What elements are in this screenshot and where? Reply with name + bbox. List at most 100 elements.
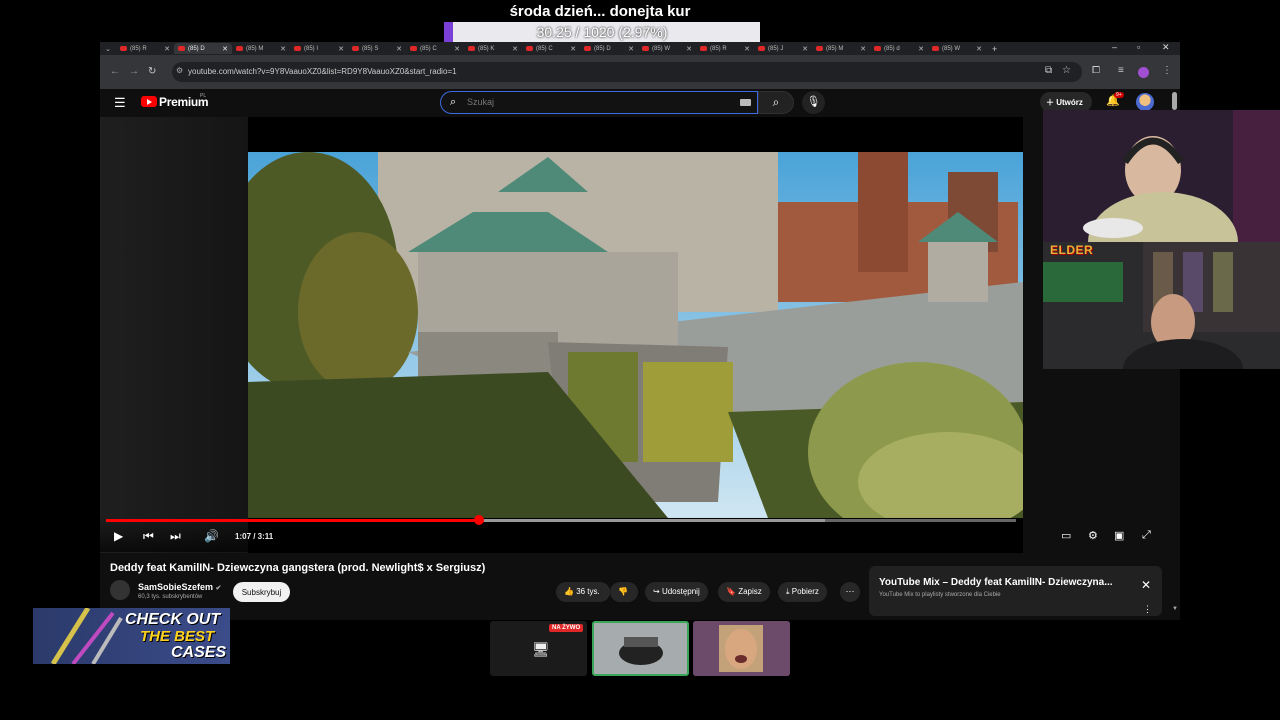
scene-thumbnail-car[interactable]: [592, 621, 689, 676]
browser-tab[interactable]: (85) R ✕: [116, 43, 174, 54]
youtube-favicon-icon: [700, 46, 707, 51]
close-tab-icon[interactable]: ✕: [396, 45, 402, 53]
promo-line-1: CHECK OUT: [125, 611, 221, 628]
back-icon[interactable]: ←: [110, 66, 120, 77]
share-button[interactable]: ↪ Udostępnij: [645, 582, 708, 602]
more-actions-button[interactable]: ⋯: [840, 582, 860, 602]
video-scene-image: [248, 152, 1023, 518]
forward-icon[interactable]: →: [129, 66, 139, 77]
subtitles-icon[interactable]: ▭: [1061, 529, 1071, 542]
bookmark-icon: 🔖: [726, 587, 739, 596]
youtube-favicon-icon: [236, 46, 243, 51]
site-info-icon[interactable]: ⚙: [176, 66, 183, 75]
close-tab-icon[interactable]: ✕: [338, 45, 344, 53]
search-icon: ⌕: [450, 96, 457, 108]
browser-tab[interactable]: (85) W ✕: [928, 43, 986, 54]
profile-icon[interactable]: [1138, 67, 1149, 78]
close-tab-icon[interactable]: ✕: [570, 45, 576, 53]
search-button-icon: ⌕: [772, 95, 780, 109]
extensions-icon[interactable]: ⧠: [1092, 65, 1100, 76]
url-text: youtube.com/watch?v=9Y8VaauoXZ0&list=RD9…: [188, 67, 457, 76]
video-frame[interactable]: [248, 152, 1023, 518]
voice-search-button[interactable]: 🎙: [802, 91, 825, 114]
browser-tab[interactable]: (85) D ✕: [174, 43, 232, 54]
browser-tab[interactable]: (85) J ✕: [754, 43, 812, 54]
reload-icon[interactable]: ↻: [148, 66, 156, 77]
search-input[interactable]: Szukaj: [467, 97, 727, 107]
keyboard-icon[interactable]: [740, 99, 751, 106]
close-tab-icon[interactable]: ✕: [686, 45, 692, 53]
youtube-favicon-icon: [526, 46, 533, 51]
close-tab-icon[interactable]: ✕: [280, 45, 286, 53]
search-button[interactable]: ⌕: [758, 91, 794, 114]
volume-icon[interactable]: 🔊: [204, 529, 219, 543]
maximize-icon[interactable]: ▫: [1137, 42, 1140, 52]
browser-tab[interactable]: (85) R ✕: [696, 43, 754, 54]
scroll-down-arrow-icon[interactable]: ▼: [1172, 606, 1178, 612]
plus-icon: ＋: [1046, 98, 1057, 107]
browser-tab[interactable]: (85) K ✕: [464, 43, 522, 54]
close-tab-icon[interactable]: ✕: [512, 45, 518, 53]
settings-gear-icon[interactable]: ⚙: [1088, 529, 1098, 542]
close-mix-icon[interactable]: ✕: [1141, 578, 1151, 592]
tabs-container: (85) R ✕ (85) D ✕ (85) M ✕ (85) I ✕ (85) S ✕ (85) …: [116, 43, 986, 54]
close-tab-icon[interactable]: ✕: [628, 45, 634, 53]
close-tab-icon[interactable]: ✕: [222, 45, 228, 53]
search-box[interactable]: ⌕ Szukaj: [440, 91, 758, 114]
channel-name[interactable]: SamSobieSzefem ✔: [138, 582, 221, 592]
promo-banner: CHECK OUT THE BEST CASES: [33, 608, 230, 664]
close-tab-icon[interactable]: ✕: [918, 45, 924, 53]
play-icon[interactable]: ▶: [114, 529, 123, 543]
tab-label: (85) W: [942, 45, 960, 52]
install-app-icon[interactable]: ⧉: [1045, 65, 1052, 76]
close-tab-icon[interactable]: ✕: [454, 45, 460, 53]
media-control-icon[interactable]: ≡: [1118, 65, 1124, 76]
browser-tab[interactable]: (85) S ✕: [348, 43, 406, 54]
close-window-icon[interactable]: ✕: [1162, 42, 1170, 53]
like-button[interactable]: 👍 36 tys.: [556, 582, 610, 602]
close-tab-icon[interactable]: ✕: [164, 45, 170, 53]
browser-menu-icon[interactable]: ⋮: [1162, 65, 1172, 76]
browser-tab[interactable]: (85) C ✕: [406, 43, 464, 54]
save-label: Zapisz: [738, 587, 762, 596]
browser-tab[interactable]: (85) M ✕: [232, 43, 290, 54]
browser-tab[interactable]: (85) d ✕: [870, 43, 928, 54]
save-button[interactable]: 🔖 Zapisz: [718, 582, 770, 602]
download-button[interactable]: ⤓ Pobierz: [778, 582, 827, 602]
close-tab-icon[interactable]: ✕: [744, 45, 750, 53]
bookmark-star-icon[interactable]: ☆: [1062, 65, 1071, 76]
tab-label: (85) M: [826, 45, 844, 52]
url-field[interactable]: ⚙ youtube.com/watch?v=9Y8VaauoXZ0&list=R…: [172, 62, 1082, 82]
browser-tab[interactable]: (85) M ✕: [812, 43, 870, 54]
mix-more-icon[interactable]: ⋮: [1143, 604, 1152, 615]
new-tab-icon[interactable]: +: [992, 44, 997, 54]
browser-tab[interactable]: (85) C ✕: [522, 43, 580, 54]
menu-icon[interactable]: ☰: [114, 95, 126, 111]
subscribe-button[interactable]: Subskrybuj: [233, 582, 290, 602]
face-icon: [693, 621, 790, 676]
next-icon[interactable]: ⏭: [170, 529, 181, 544]
progress-timeline[interactable]: [106, 515, 1016, 525]
minimize-icon[interactable]: –: [1112, 42, 1117, 52]
create-button[interactable]: ＋ Utwórz: [1040, 92, 1092, 112]
channel-avatar[interactable]: [110, 580, 130, 600]
tab-list-icon[interactable]: ⌄: [100, 45, 116, 53]
youtube-logo-icon[interactable]: [141, 96, 157, 107]
scene-thumbnail-face[interactable]: [693, 621, 790, 676]
tab-label: (85) J: [768, 45, 784, 52]
promo-line-2: THE BEST: [140, 628, 215, 645]
fullscreen-icon[interactable]: ⤢: [1142, 529, 1151, 542]
previous-icon[interactable]: ⏮: [143, 529, 154, 544]
youtube-mix-panel[interactable]: YouTube Mix – Deddy feat KamilIN- Dziewc…: [869, 566, 1162, 616]
page-scrollbar[interactable]: [1172, 92, 1177, 110]
dislike-button[interactable]: 👎: [610, 582, 638, 602]
browser-tab[interactable]: (85) W ✕: [638, 43, 696, 54]
close-tab-icon[interactable]: ✕: [860, 45, 866, 53]
browser-tab[interactable]: (85) I ✕: [290, 43, 348, 54]
close-tab-icon[interactable]: ✕: [802, 45, 808, 53]
account-avatar[interactable]: [1136, 93, 1154, 111]
browser-tab[interactable]: (85) D ✕: [580, 43, 638, 54]
tab-label: (85) I: [304, 45, 319, 52]
close-tab-icon[interactable]: ✕: [976, 45, 982, 53]
theater-mode-icon[interactable]: ▣: [1114, 529, 1124, 542]
